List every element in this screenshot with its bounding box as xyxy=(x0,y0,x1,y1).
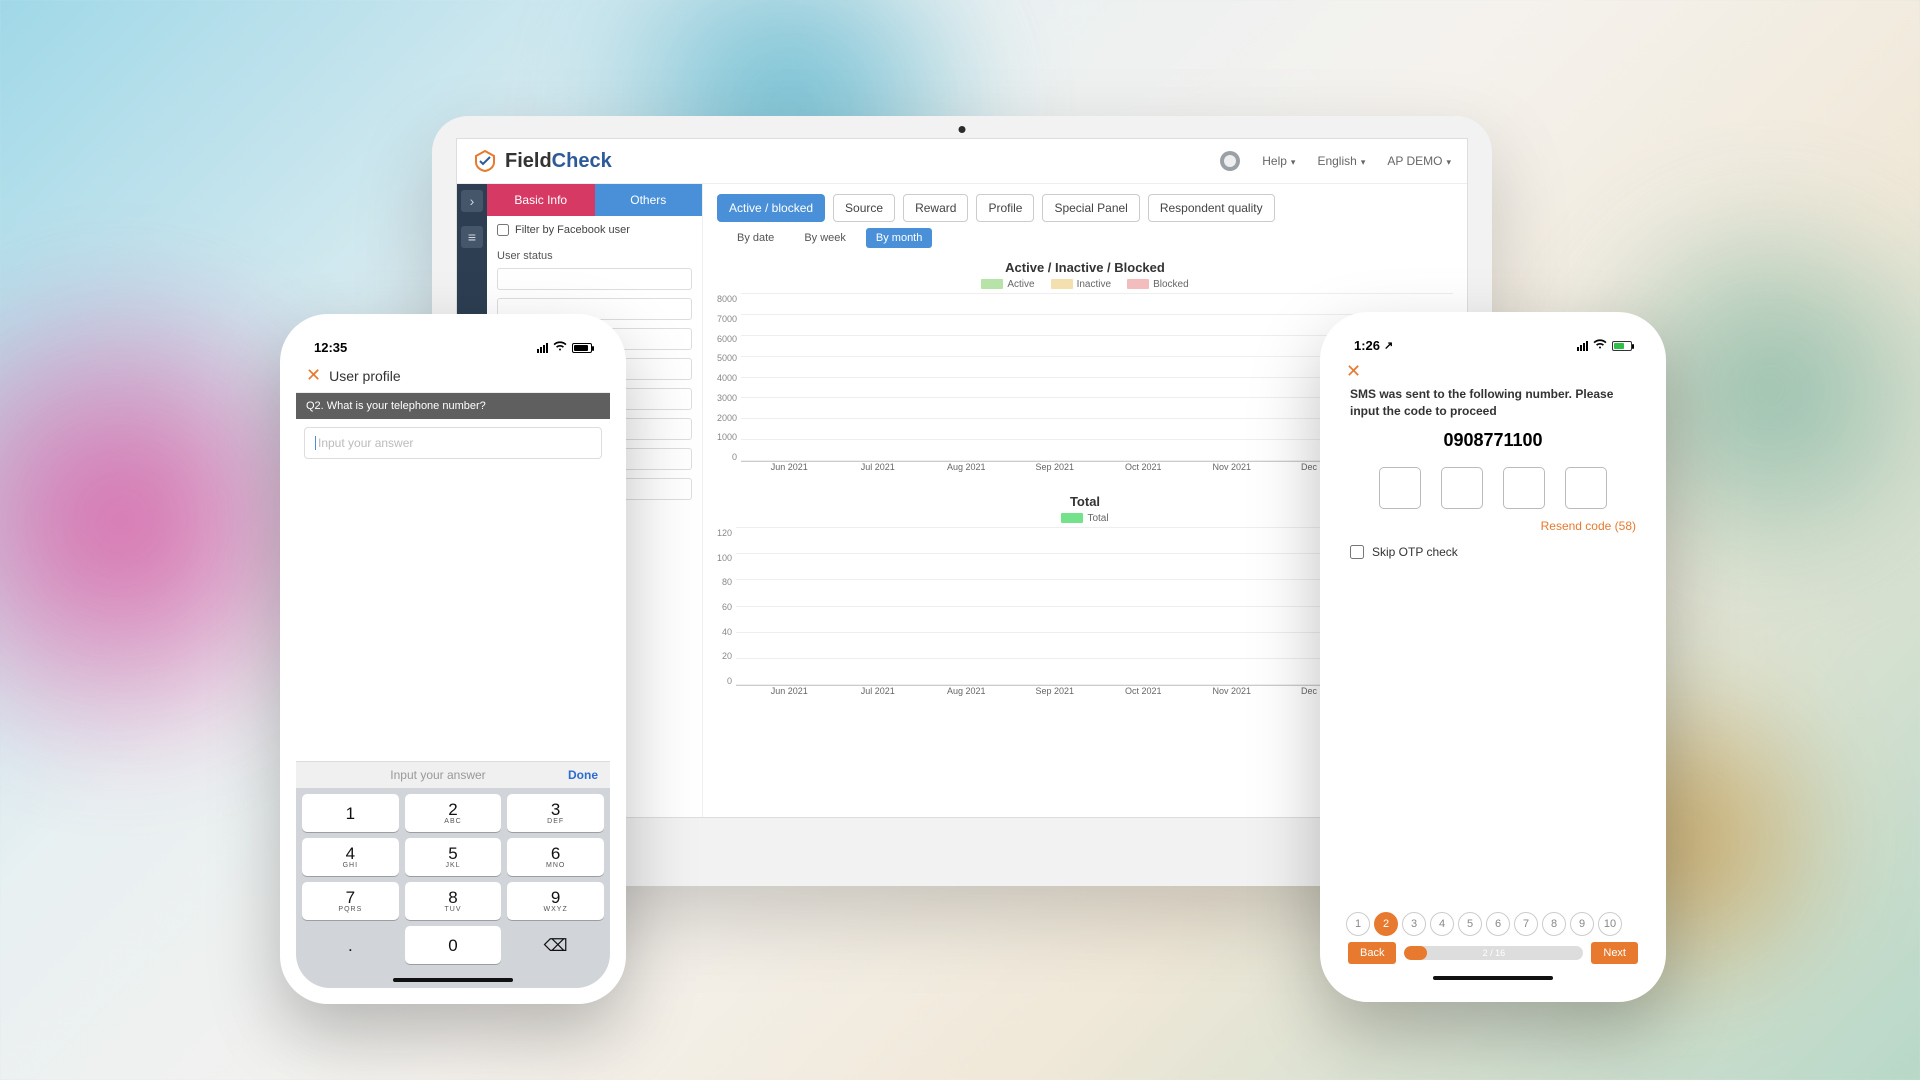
keyboard-toolbar: Input your answer Done xyxy=(296,761,610,788)
filter-facebook-user[interactable]: Filter by Facebook user xyxy=(487,216,702,244)
logo-icon xyxy=(473,149,497,173)
otp-digit-4[interactable] xyxy=(1565,467,1607,509)
location-icon: ↗ xyxy=(1384,339,1393,352)
tab-profile[interactable]: Profile xyxy=(976,194,1034,222)
step-dot-2[interactable]: 2 xyxy=(1374,912,1398,936)
status-icons xyxy=(1577,339,1632,352)
otp-digit-1[interactable] xyxy=(1379,467,1421,509)
phone-left-mockup: 12:35 ✕ User profile Q2. What is your te… xyxy=(280,314,626,1004)
battery-icon xyxy=(1612,341,1632,351)
keyboard-hint: Input your answer xyxy=(308,768,568,782)
main-tabbar: Active / blocked Source Reward Profile S… xyxy=(717,194,1453,222)
step-dot-5[interactable]: 5 xyxy=(1458,912,1482,936)
status-bar: 12:35 xyxy=(296,330,610,359)
notifications-icon[interactable] xyxy=(1220,151,1240,171)
keypad-9[interactable]: 9WXYZ xyxy=(507,882,604,920)
filter-facebook-checkbox[interactable] xyxy=(497,224,509,236)
keypad-2[interactable]: 2ABC xyxy=(405,794,502,832)
subtab-by-date[interactable]: By date xyxy=(727,228,784,248)
keypad-7[interactable]: 7PQRS xyxy=(302,882,399,920)
keypad-zero[interactable]: 0 xyxy=(405,926,502,964)
keypad-4[interactable]: 4GHI xyxy=(302,838,399,876)
phone-right-mockup: 1:26 ↗ ✕ SMS was sent to the following n… xyxy=(1320,312,1666,1002)
progress-label: 2 / 16 xyxy=(1404,946,1583,960)
leftpanel-tab-others[interactable]: Others xyxy=(595,184,703,216)
answer-input[interactable]: Input your answer xyxy=(304,427,602,459)
tenant-menu[interactable]: AP DEMO▾ xyxy=(1387,154,1451,168)
step-dot-8[interactable]: 8 xyxy=(1542,912,1566,936)
tab-special-panel[interactable]: Special Panel xyxy=(1042,194,1139,222)
keypad-8[interactable]: 8TUV xyxy=(405,882,502,920)
rail-menu-button[interactable]: ≡ xyxy=(461,226,483,248)
close-icon[interactable]: ✕ xyxy=(1346,361,1361,381)
rail-expand-button[interactable]: › xyxy=(461,190,483,212)
skip-otp-checkbox[interactable] xyxy=(1350,545,1364,559)
profile-title: User profile xyxy=(329,368,401,384)
step-dot-10[interactable]: 10 xyxy=(1598,912,1622,936)
otp-digit-3[interactable] xyxy=(1503,467,1545,509)
subtab-bar: By date By week By month xyxy=(717,228,1453,248)
next-button[interactable]: Next xyxy=(1591,942,1638,964)
keypad-6[interactable]: 6MNO xyxy=(507,838,604,876)
resend-code-link[interactable]: Resend code (58) xyxy=(1336,519,1650,533)
battery-icon xyxy=(572,343,592,353)
brand-second: Check xyxy=(552,150,612,172)
signal-icon xyxy=(1577,341,1588,351)
chart1-yaxis: 800070006000500040003000200010000 xyxy=(717,294,741,462)
subtab-by-week[interactable]: By week xyxy=(794,228,856,248)
language-menu[interactable]: English▾ xyxy=(1317,154,1365,168)
user-status-label: User status xyxy=(487,244,702,264)
tab-source[interactable]: Source xyxy=(833,194,895,222)
keypad-3[interactable]: 3DEF xyxy=(507,794,604,832)
brand: FieldCheck xyxy=(473,149,612,173)
profile-header: ✕ User profile xyxy=(296,359,610,393)
help-menu[interactable]: Help▾ xyxy=(1262,154,1295,168)
step-dot-7[interactable]: 7 xyxy=(1514,912,1538,936)
progress-bar: 2 / 16 xyxy=(1404,946,1583,960)
chart2-yaxis: 120100806040200 xyxy=(717,528,736,686)
brand-first: Field xyxy=(505,150,552,172)
step-dot-9[interactable]: 9 xyxy=(1570,912,1594,936)
tab-active-blocked[interactable]: Active / blocked xyxy=(717,194,825,222)
otp-inputs xyxy=(1336,467,1650,509)
camera-dot xyxy=(959,126,966,133)
step-dot-6[interactable]: 6 xyxy=(1486,912,1510,936)
otp-message: SMS was sent to the following number. Pl… xyxy=(1336,386,1650,420)
keypad-1[interactable]: 1 xyxy=(302,794,399,832)
home-indicator xyxy=(1433,976,1553,980)
step-dot-4[interactable]: 4 xyxy=(1430,912,1454,936)
chart1-title: Active / Inactive / Blocked xyxy=(717,260,1453,275)
chart1-legend: ActiveInactiveBlocked xyxy=(717,279,1453,290)
question-text: Q2. What is your telephone number? xyxy=(296,393,610,419)
otp-phone-number: 0908771100 xyxy=(1336,430,1650,451)
tab-reward[interactable]: Reward xyxy=(903,194,968,222)
header-right: Help▾ English▾ AP DEMO▾ xyxy=(1220,151,1451,171)
subtab-by-month[interactable]: By month xyxy=(866,228,932,248)
status-bar: 1:26 ↗ xyxy=(1336,328,1650,357)
step-dots: 12345678910 xyxy=(1342,912,1644,942)
otp-digit-2[interactable] xyxy=(1441,467,1483,509)
skip-otp-row[interactable]: Skip OTP check xyxy=(1336,533,1650,571)
clock: 1:26 xyxy=(1354,338,1380,353)
wizard-footer: 12345678910 Back 2 / 16 Next xyxy=(1336,906,1650,986)
numeric-keypad: 12ABC3DEF 4GHI5JKL6MNO 7PQRS8TUV9WXYZ xyxy=(296,788,610,926)
step-dot-3[interactable]: 3 xyxy=(1402,912,1426,936)
keypad-5[interactable]: 5JKL xyxy=(405,838,502,876)
wifi-icon xyxy=(1593,339,1607,352)
keypad-backspace[interactable]: ⌫ xyxy=(507,926,604,964)
wifi-icon xyxy=(553,341,567,354)
keypad-dot[interactable]: . xyxy=(302,926,399,964)
close-icon[interactable]: ✕ xyxy=(306,365,321,386)
clock: 12:35 xyxy=(314,340,347,355)
app-header: FieldCheck Help▾ English▾ AP DEMO▾ xyxy=(457,139,1467,184)
step-dot-1[interactable]: 1 xyxy=(1346,912,1370,936)
tab-respondent-quality[interactable]: Respondent quality xyxy=(1148,194,1275,222)
filter-field-1[interactable] xyxy=(497,268,692,290)
signal-icon xyxy=(537,343,548,353)
status-icons xyxy=(537,341,592,354)
back-button[interactable]: Back xyxy=(1348,942,1396,964)
keyboard-done-button[interactable]: Done xyxy=(568,768,598,782)
leftpanel-tab-basic[interactable]: Basic Info xyxy=(487,184,595,216)
home-indicator xyxy=(393,978,513,982)
